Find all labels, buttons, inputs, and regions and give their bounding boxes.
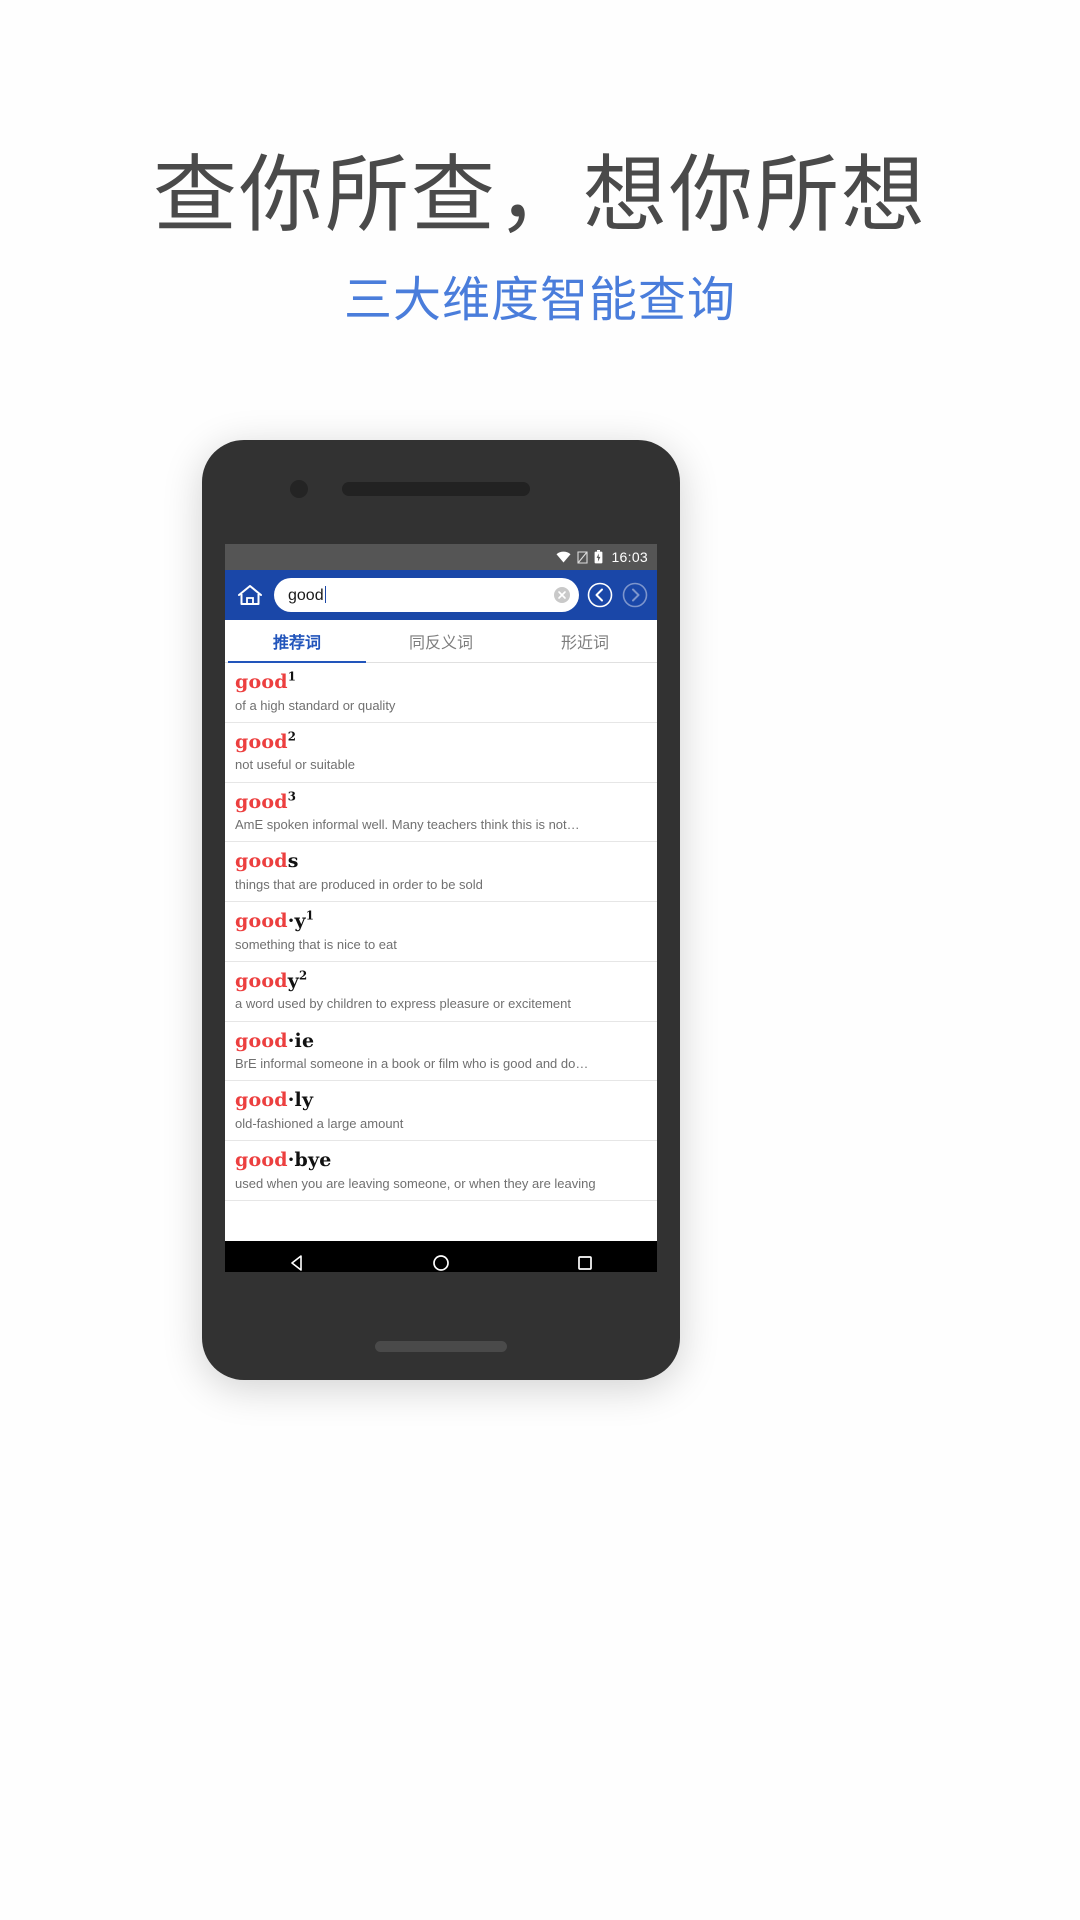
clear-search-button[interactable] — [553, 586, 571, 604]
word-definition: of a high standard or quality — [235, 697, 396, 713]
word-headword: good1 — [235, 669, 647, 693]
word-definition: something that is nice to eat — [235, 936, 397, 952]
word-sense-number: 2 — [287, 729, 297, 744]
word-headword: good·ly — [235, 1090, 647, 1111]
word-prefix: good — [235, 671, 288, 693]
android-home-button[interactable] — [411, 1253, 471, 1272]
chevron-right-circle-icon — [622, 582, 648, 608]
word-prefix: good — [235, 790, 288, 813]
home-button[interactable] — [233, 578, 267, 612]
search-toolbar: good — [225, 570, 657, 620]
word-headword: goods — [235, 851, 647, 872]
home-icon — [238, 585, 262, 605]
word-suffix: ·bye — [287, 1149, 332, 1172]
list-item[interactable]: good3 AmE spoken informal well. Many tea… — [225, 783, 657, 843]
front-camera-icon — [290, 480, 308, 498]
word-prefix: good — [235, 910, 288, 933]
word-prefix: good — [235, 1089, 288, 1112]
android-navigation-bar — [225, 1241, 657, 1272]
status-bar-clock: 16:03 — [611, 549, 648, 565]
history-forward-button[interactable] — [621, 581, 649, 609]
word-sense-number: 1 — [305, 908, 315, 923]
circle-home-icon — [433, 1255, 449, 1271]
word-headword: good·y1 — [235, 908, 647, 933]
word-prefix: good — [235, 1149, 288, 1172]
list-item[interactable]: good1 of a high standard or quality — [225, 663, 657, 723]
word-sense-number: 3 — [287, 789, 297, 804]
word-sense-number: 2 — [298, 968, 308, 983]
phone-home-bar — [375, 1341, 507, 1352]
list-item[interactable]: good·ie BrE informal someone in a book o… — [225, 1022, 657, 1082]
triangle-back-icon — [291, 1255, 302, 1271]
search-input[interactable]: good — [274, 578, 579, 612]
tab-synonyms-antonyms[interactable]: 同反义词 — [369, 620, 513, 662]
list-item[interactable]: good·y1 something that is nice to eat — [225, 902, 657, 962]
word-suffix: s — [287, 850, 299, 873]
chevron-left-circle-icon — [587, 582, 613, 608]
page-subtitle: 三大维度智能查询 — [343, 272, 736, 328]
result-tabs: 推荐词 同反义词 形近词 — [225, 620, 657, 663]
text-caret — [324, 585, 327, 603]
page-headline: 查你所查，想你所想 — [152, 146, 927, 244]
tab-similar-words[interactable]: 形近词 — [513, 620, 657, 662]
android-recents-button[interactable] — [555, 1253, 615, 1272]
list-item[interactable]: good·ly old-fashioned a large amount — [225, 1081, 657, 1142]
word-list[interactable]: good1 of a high standard or quality good… — [225, 663, 657, 1241]
earpiece-speaker — [342, 482, 530, 496]
word-headword: good2 — [235, 729, 647, 753]
sim-icon — [577, 550, 589, 564]
word-headword: good3 — [235, 789, 647, 813]
phone-screen: 16:03 good 推荐词 同反义词 形近词 good1 of a high … — [225, 544, 657, 1272]
word-suffix: y — [287, 969, 299, 992]
clear-circle-icon — [554, 587, 570, 603]
word-definition: BrE informal someone in a book or film w… — [235, 1056, 589, 1072]
word-suffix: ·ly — [287, 1089, 314, 1112]
list-item[interactable]: goods things that are produced in order … — [225, 842, 657, 903]
android-back-button[interactable] — [267, 1253, 327, 1272]
word-headword: goody2 — [235, 968, 647, 992]
word-definition: things that are produced in order to be … — [235, 876, 483, 892]
word-prefix: good — [235, 969, 288, 992]
word-suffix: ·y — [287, 910, 306, 933]
word-prefix: good — [235, 730, 288, 753]
phone-mockup: 16:03 good 推荐词 同反义词 形近词 good1 of a high … — [202, 440, 680, 1380]
word-headword: good·bye — [235, 1150, 647, 1171]
word-prefix: good — [235, 850, 288, 873]
word-definition: a word used by children to express pleas… — [235, 996, 572, 1012]
search-query-text: good — [288, 586, 324, 604]
tab-recommended[interactable]: 推荐词 — [225, 620, 369, 663]
word-definition: not useful or suitable — [235, 757, 355, 773]
battery-icon — [594, 550, 603, 564]
word-headword: good·ie — [235, 1029, 647, 1052]
list-item[interactable]: good·bye used when you are leaving someo… — [225, 1141, 657, 1201]
android-status-bar: 16:03 — [225, 544, 657, 570]
word-prefix: good — [235, 1029, 288, 1052]
history-back-button[interactable] — [586, 581, 614, 609]
word-sense-number: 1 — [287, 669, 297, 684]
wifi-icon — [556, 551, 571, 563]
square-recents-icon — [578, 1256, 592, 1270]
word-definition: used when you are leaving someone, or wh… — [235, 1175, 596, 1191]
word-suffix: ·ie — [287, 1029, 315, 1052]
list-item[interactable]: good2 not useful or suitable — [225, 723, 657, 783]
promo-page: 查你所查，想你所想 三大维度智能查询 16:03 good 推荐词 同反义词 形… — [0, 0, 1080, 1920]
word-definition: AmE spoken informal well. Many teachers … — [235, 817, 580, 833]
list-item[interactable]: goody2 a word used by children to expres… — [225, 962, 657, 1022]
word-definition: old-fashioned a large amount — [235, 1115, 404, 1131]
